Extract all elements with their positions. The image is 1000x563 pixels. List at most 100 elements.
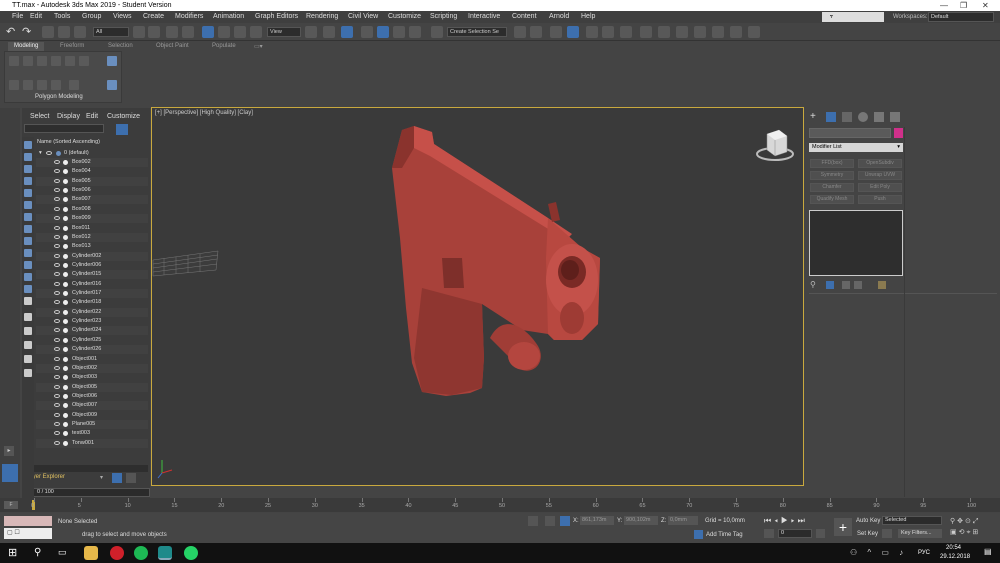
ribbon-tool-icon[interactable] — [65, 56, 75, 66]
display-shapes-icon[interactable] — [24, 153, 32, 161]
select-object-icon[interactable] — [133, 26, 145, 38]
object-row[interactable]: Cylinder002 — [36, 251, 148, 261]
layer-row-default[interactable]: ▾ 0 (default) — [36, 149, 148, 158]
menu-interactive[interactable]: Interactive — [468, 11, 500, 23]
link-icon[interactable] — [42, 26, 54, 38]
object-row[interactable]: Object005 — [36, 382, 148, 392]
object-row[interactable]: Object001 — [36, 355, 148, 364]
align-icon[interactable] — [530, 26, 542, 38]
ribbon-tool-icon[interactable] — [9, 80, 19, 90]
viewcube-icon[interactable] — [755, 124, 799, 164]
modifier-button[interactable]: Unwrap UVW — [858, 171, 902, 180]
tray-icons[interactable]: ⚇ ^ ▭ ♪ — [850, 548, 907, 557]
ribbon-tool-icon[interactable] — [37, 80, 47, 90]
auto-key-button[interactable]: Auto Key — [856, 518, 880, 524]
eye-icon[interactable] — [54, 197, 60, 202]
object-row[interactable]: Cylinder016 — [36, 280, 148, 289]
menu-customize[interactable]: Customize — [388, 11, 421, 23]
eye-icon[interactable] — [54, 431, 60, 436]
display-bones-icon[interactable] — [24, 237, 32, 245]
task-view-icon[interactable]: ▭ — [58, 547, 67, 558]
menu-file[interactable]: File — [12, 11, 23, 23]
eye-icon[interactable] — [54, 216, 60, 221]
isolate-selection-icon[interactable] — [545, 516, 555, 526]
object-row[interactable]: Box007 — [36, 195, 148, 205]
spinner-snap-icon[interactable] — [409, 26, 421, 38]
invert-display-icon[interactable] — [24, 313, 32, 321]
modifier-button[interactable]: Symmetry — [810, 171, 854, 180]
input-language[interactable]: РУС — [918, 550, 930, 556]
z-coordinate-field[interactable]: 0,0mm — [668, 516, 698, 525]
display-cameras-icon[interactable] — [24, 177, 32, 185]
menu-content[interactable]: Content — [512, 11, 537, 23]
display-xrefs-icon[interactable] — [24, 225, 32, 233]
eye-icon[interactable] — [54, 206, 60, 211]
x-coordinate-field[interactable]: 861,173m — [580, 516, 614, 525]
eye-icon[interactable] — [54, 384, 60, 389]
object-row[interactable]: Box012 — [36, 232, 148, 242]
eye-icon[interactable] — [54, 234, 60, 239]
eye-icon[interactable] — [54, 365, 60, 370]
object-row[interactable]: Box008 — [36, 205, 148, 214]
object-row[interactable]: Cylinder025 — [36, 336, 148, 345]
create-tab-icon[interactable]: + — [810, 112, 820, 122]
ribbon-tool-icon[interactable] — [23, 80, 33, 90]
eye-icon[interactable] — [54, 403, 60, 408]
maxscript-listener-input[interactable] — [4, 516, 52, 526]
polygon-modeling-label[interactable]: Polygon Modeling — [35, 94, 83, 100]
display-frozen-icon[interactable] — [24, 261, 32, 269]
select-by-name-icon[interactable] — [148, 26, 160, 38]
frame-counter-slider[interactable]: < 0 / 100 — [24, 488, 150, 497]
window-crossing-icon[interactable] — [182, 26, 194, 38]
eye-icon[interactable] — [54, 300, 60, 305]
eye-icon[interactable] — [54, 253, 60, 258]
eye-icon[interactable] — [54, 394, 60, 398]
object-row[interactable]: Cylinder022 — [36, 307, 148, 317]
object-row[interactable]: Cylinder023 — [36, 317, 148, 326]
sync-selection-icon[interactable] — [24, 327, 32, 335]
menu-views[interactable]: Views — [113, 11, 132, 23]
set-key-button[interactable]: Set Key — [857, 531, 878, 537]
modifier-button[interactable]: Chamfer — [810, 183, 854, 192]
display-groups-icon[interactable] — [24, 213, 32, 221]
eye-icon[interactable] — [54, 440, 60, 445]
time-tag-icon[interactable] — [694, 530, 703, 539]
object-row[interactable]: Box009 — [36, 214, 148, 224]
ribbon-tool-icon[interactable] — [107, 56, 117, 66]
tab-selection[interactable]: Selection — [108, 43, 133, 49]
modifier-button[interactable]: OpenSubdiv — [858, 159, 902, 168]
object-row[interactable]: Cylinder024 — [36, 326, 148, 336]
maximize-icon[interactable]: ❐ — [960, 0, 967, 11]
menu-group[interactable]: Group — [82, 11, 101, 23]
notifications-icon[interactable]: ▤ — [984, 547, 994, 557]
bind-space-warp-icon[interactable] — [74, 26, 86, 38]
object-row[interactable]: test003 — [36, 429, 148, 438]
object-row[interactable]: Cylinder018 — [36, 298, 148, 307]
viewport-navigation-icons[interactable]: ⚲✥⊙⤢ ▣⟲⌖⊞ — [950, 516, 994, 538]
menu-arnold[interactable]: Arnold — [549, 11, 569, 23]
modifier-button[interactable]: Edit Poly — [858, 183, 902, 192]
display-containers-icon[interactable] — [24, 249, 32, 257]
modifier-button[interactable]: FFD(box) — [810, 159, 854, 168]
eye-icon[interactable] — [54, 169, 60, 174]
eye-icon[interactable] — [54, 244, 60, 249]
menu-help[interactable]: Help — [581, 11, 595, 23]
select-manipulate-icon[interactable] — [323, 26, 335, 38]
eye-icon[interactable] — [54, 272, 60, 277]
percent-snap-icon[interactable] — [393, 26, 405, 38]
mirror-icon[interactable] — [514, 26, 526, 38]
eye-icon[interactable] — [54, 347, 60, 352]
display-space-warps-icon[interactable] — [24, 201, 32, 209]
key-filters-button[interactable]: Key Filters... — [898, 529, 942, 538]
object-row[interactable]: Cylinder015 — [36, 270, 148, 280]
material-editor-icon[interactable] — [640, 26, 652, 38]
object-name-input[interactable] — [809, 128, 891, 138]
menu-edit[interactable]: Edit — [30, 11, 42, 23]
object-row[interactable]: Cylinder006 — [36, 261, 148, 270]
menu-modifiers[interactable]: Modifiers — [175, 11, 203, 23]
modifier-list-dropdown[interactable]: Modifier List ▾ — [809, 143, 903, 152]
eye-icon[interactable] — [54, 160, 60, 164]
key-filter-icon[interactable] — [882, 529, 892, 538]
menu-create[interactable]: Create — [143, 11, 164, 23]
layer-explorer-tab-icon[interactable] — [2, 464, 18, 482]
